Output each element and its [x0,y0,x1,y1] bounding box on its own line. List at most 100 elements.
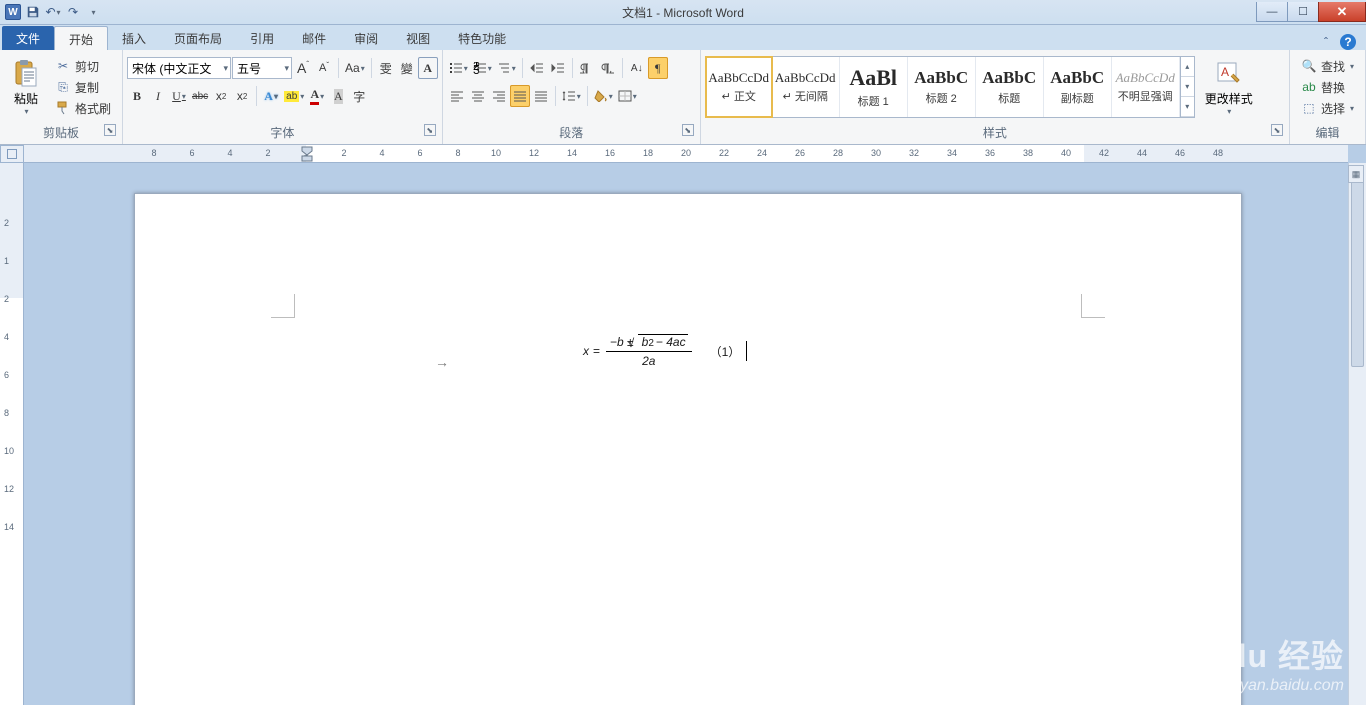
select-button[interactable]: ⬚选择▾ [1298,99,1357,118]
strikethrough-button[interactable]: abc [190,85,210,107]
replace-button[interactable]: ab替换 [1298,78,1357,97]
format-painter-button[interactable]: 格式刷 [52,99,114,118]
style-无间隔[interactable]: AaBbCcDd↵ 无间隔 [772,57,840,117]
show-marks-button[interactable]: ¶ [648,57,668,79]
quick-access-toolbar: W ↶▾ ↷ ▾ [0,3,106,21]
shading-button[interactable]: ▾ [592,85,615,107]
numbering-button[interactable]: 123▾ [471,57,494,79]
find-button[interactable]: 🔍查找▾ [1298,57,1357,76]
tab-邮件[interactable]: 邮件 [288,26,340,50]
phonetic-guide-button[interactable]: 雯 [376,57,396,79]
gallery-scroll-2[interactable]: ▾ [1181,97,1194,117]
highlight-button[interactable]: ab▾ [282,85,306,107]
indent-dec-button[interactable] [527,57,547,79]
close-button[interactable]: ✕ [1318,2,1366,22]
tab-视图[interactable]: 视图 [392,26,444,50]
text-effects-button[interactable]: A▾ [261,85,281,107]
redo-icon[interactable]: ↷ [64,3,82,21]
gallery-scroll-1[interactable]: ▾ [1181,77,1194,97]
grow-font-button[interactable]: Aˆ [293,57,313,79]
clipboard-dialog-icon[interactable]: ⬊ [104,124,116,136]
group-clipboard-label: 剪贴板 [43,126,79,140]
tab-selector[interactable] [0,145,24,163]
equation[interactable]: x = −b ± √ b 2 − 4ac [583,334,747,368]
style-正文[interactable]: AaBbCcDd↵ 正文 [705,56,773,118]
group-paragraph-label: 段落 [559,126,583,140]
rtl-button[interactable] [598,57,618,79]
line-spacing-button[interactable]: ▾ [560,85,583,107]
help-icon[interactable]: ? [1340,34,1356,50]
ltr-button[interactable] [577,57,597,79]
document-area: 8642124681012141618202224262830323436384… [0,145,1366,705]
horizontal-ruler[interactable]: 8642124681012141618202224262830323436384… [24,145,1348,163]
tab-特色功能[interactable]: 特色功能 [444,26,520,50]
align-dist-button[interactable] [531,85,551,107]
font-color-button[interactable]: A▾ [307,85,327,107]
gallery-scroll-0[interactable]: ▴ [1181,57,1194,77]
bullets-button[interactable]: ▾ [447,57,470,79]
tab-页面布局[interactable]: 页面布局 [160,26,236,50]
bold-button[interactable]: B [127,85,147,107]
align-center-button[interactable] [468,85,488,107]
superscript-button[interactable]: x2 [232,85,252,107]
ruler-toggle-icon[interactable]: ▦ [1348,165,1364,183]
tab-插入[interactable]: 插入 [108,26,160,50]
group-styles-label: 样式 [983,126,1007,140]
indent-inc-button[interactable] [548,57,568,79]
page[interactable]: → x = −b ± √ b 2 − 4ac [134,193,1242,705]
char-border-button[interactable]: 變 [397,57,417,79]
enclose-char-button[interactable]: A [418,57,438,79]
undo-icon[interactable]: ↶▾ [44,3,62,21]
font-size-select[interactable]: 五号 [232,57,292,79]
style-不明显强调[interactable]: AaBbCcDd不明显强调 [1112,57,1180,117]
group-paragraph: ▾ 123▾ ▾ A↓ ¶ [443,50,701,144]
file-tab[interactable]: 文件 [2,26,54,50]
group-font: 宋体 (中文正文 五号 Aˆ Aˇ Aa▾ 雯 變 A B I U▾ abc x [123,50,443,144]
change-styles-button[interactable]: A 更改样式▾ [1199,53,1259,121]
align-justify-button[interactable] [510,85,530,107]
align-left-button[interactable] [447,85,467,107]
underline-button[interactable]: U▾ [169,85,189,107]
enclose-button[interactable]: 字 [349,85,369,107]
minimize-ribbon-icon[interactable]: ˆ [1318,34,1334,50]
copy-button[interactable]: ⎘复制 [52,78,114,97]
paste-label: 粘贴 [14,90,38,107]
save-icon[interactable] [24,3,42,21]
styles-dialog-icon[interactable]: ⬊ [1271,124,1283,136]
font-dialog-icon[interactable]: ⬊ [424,124,436,136]
minimize-button[interactable]: — [1256,2,1288,22]
shrink-font-button[interactable]: Aˇ [314,57,334,79]
group-clipboard: 粘贴 ▾ ✂剪切 ⎘复制 格式刷 剪贴板 ⬊ [0,50,123,144]
paste-button[interactable]: 粘贴 ▾ [4,53,48,121]
word-app-icon[interactable]: W [4,3,22,21]
styles-gallery: AaBbCcDd↵ 正文AaBbCcDd↵ 无间隔AaBl标题 1AaBbC标题… [705,56,1195,118]
italic-button[interactable]: I [148,85,168,107]
ribbon: 粘贴 ▾ ✂剪切 ⎘复制 格式刷 剪贴板 ⬊ 宋体 (中文正文 五号 Aˆ Aˇ [0,50,1366,145]
sort-button[interactable]: A↓ [627,57,647,79]
char-shading-button[interactable]: A [328,85,348,107]
tab-引用[interactable]: 引用 [236,26,288,50]
title-bar: W ↶▾ ↷ ▾ 文档1 - Microsoft Word — ☐ ✕ [0,0,1366,25]
indent-marker-icon[interactable] [301,146,313,162]
style-标题 2[interactable]: AaBbC标题 2 [908,57,976,117]
cut-button[interactable]: ✂剪切 [52,57,114,76]
change-case-button[interactable]: Aa▾ [343,57,367,79]
align-right-button[interactable] [489,85,509,107]
vertical-scrollbar[interactable] [1348,163,1366,705]
borders-button[interactable]: ▾ [616,85,639,107]
vertical-ruler[interactable]: 212468101214 [0,163,24,705]
margin-corner-tr [1081,294,1105,318]
style-副标题[interactable]: AaBbC副标题 [1044,57,1112,117]
tab-审阅[interactable]: 审阅 [340,26,392,50]
qat-more-icon[interactable]: ▾ [84,3,102,21]
style-标题[interactable]: AaBbC标题 [976,57,1044,117]
multilevel-button[interactable]: ▾ [495,57,518,79]
ribbon-tabs: 文件 开始插入页面布局引用邮件审阅视图特色功能 ˆ ? [0,25,1366,50]
font-name-select[interactable]: 宋体 (中文正文 [127,57,231,79]
maximize-button[interactable]: ☐ [1287,2,1319,22]
paragraph-dialog-icon[interactable]: ⬊ [682,124,694,136]
style-标题 1[interactable]: AaBl标题 1 [840,57,908,117]
group-styles: AaBbCcDd↵ 正文AaBbCcDd↵ 无间隔AaBl标题 1AaBbC标题… [701,50,1290,144]
tab-开始[interactable]: 开始 [54,26,108,50]
subscript-button[interactable]: x2 [211,85,231,107]
